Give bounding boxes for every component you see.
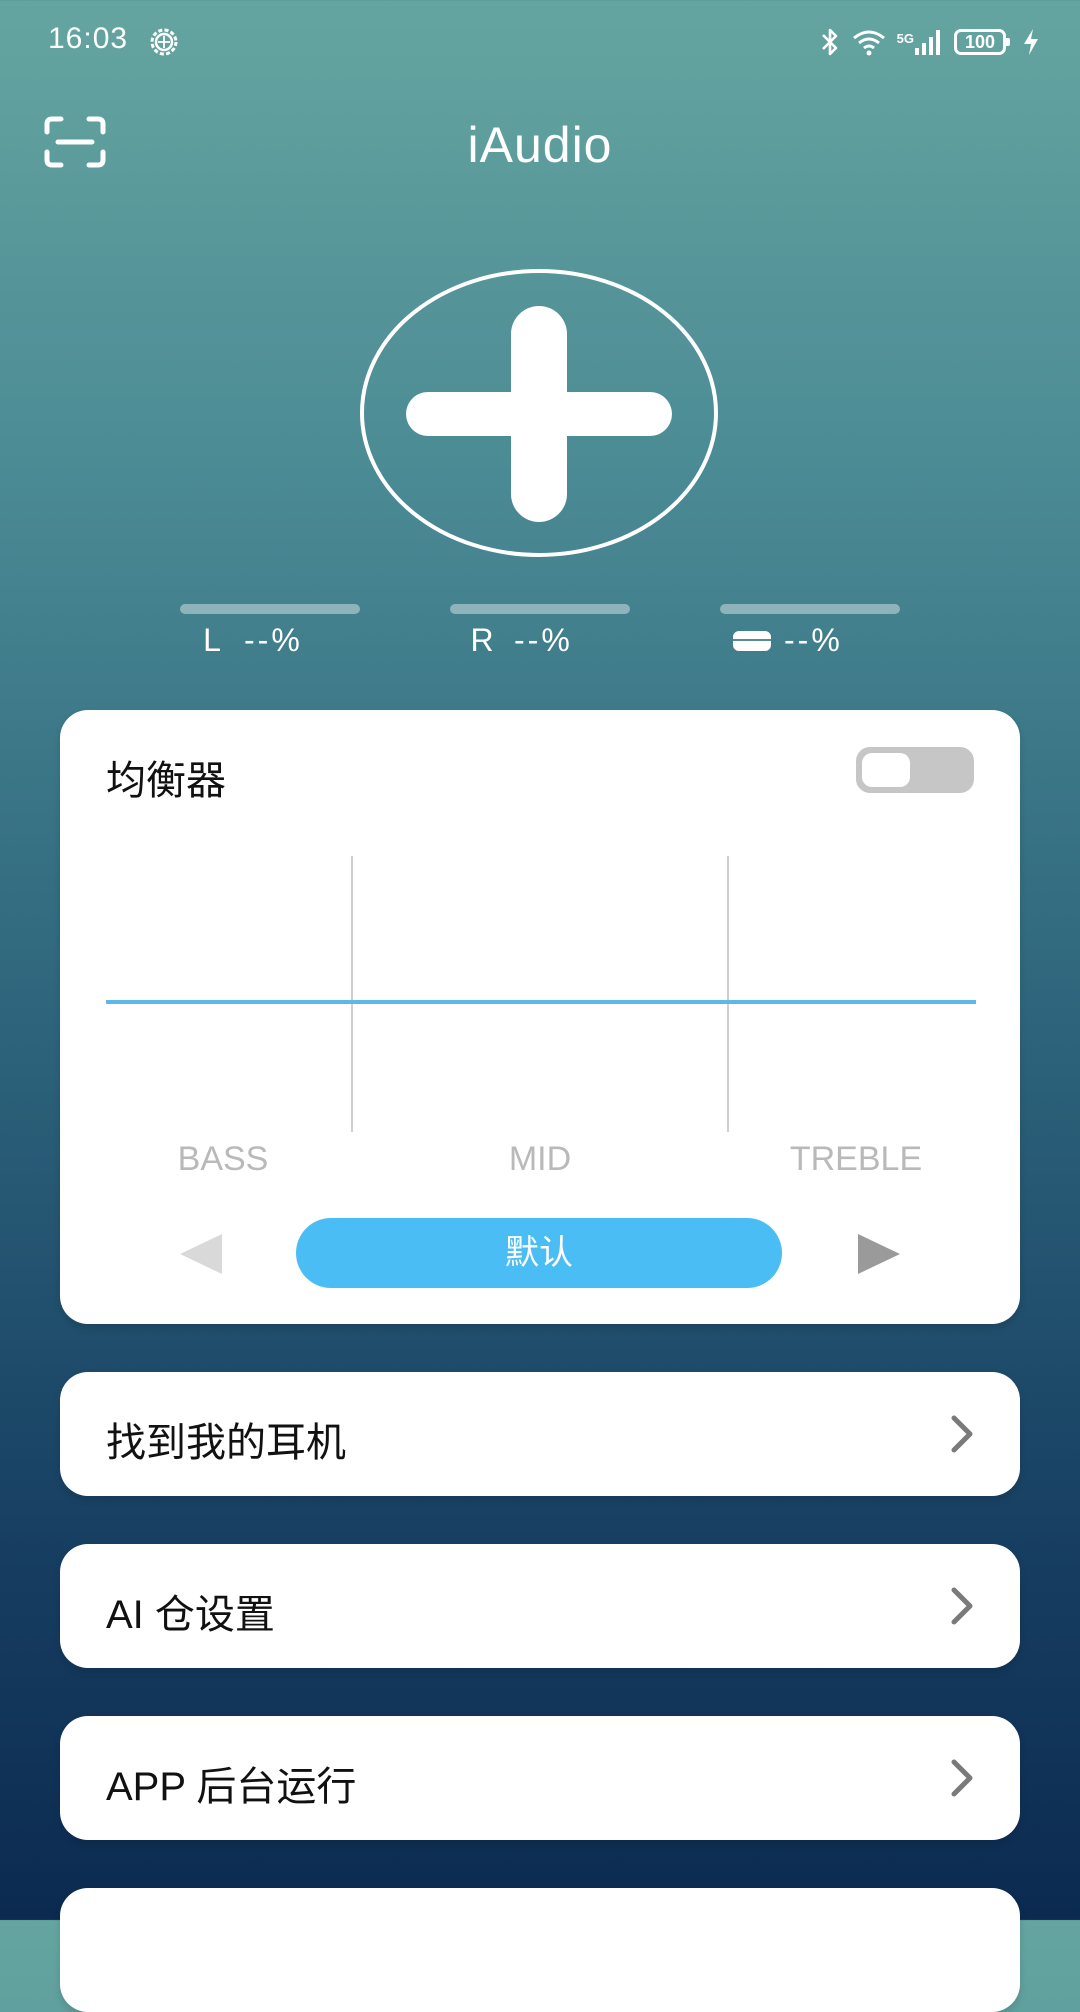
band-label-mid: MID <box>508 1140 572 1178</box>
charging-case-icon <box>733 631 771 651</box>
gear-icon <box>150 28 178 56</box>
equalizer-card: 均衡器 BASS MID TREBLE 默认 <box>60 710 1020 1324</box>
level-bar <box>180 604 360 614</box>
menu-item-label: 找到我的耳机 <box>106 1421 346 1465</box>
menu-item-ai-case-settings[interactable]: AI 仓设置 <box>60 1544 1020 1668</box>
bluetooth-icon <box>821 28 837 56</box>
menu-item-label: AI 仓设置 <box>106 1593 275 1637</box>
menu-item-partial[interactable] <box>60 1888 1020 2012</box>
band-label-treble: TREBLE <box>789 1140 923 1178</box>
chevron-right-icon <box>951 1587 973 1625</box>
level-label <box>720 622 784 659</box>
network-type: 5G <box>897 28 944 56</box>
level-value: --% <box>244 622 303 658</box>
level-value: --% <box>784 622 843 658</box>
level-label: R <box>470 622 494 658</box>
status-bar: 16:03 5G 100 <box>0 0 1080 84</box>
menu-item-label: APP 后台运行 <box>106 1765 357 1809</box>
status-time: 16:03 <box>48 22 129 55</box>
preset-next-icon[interactable] <box>856 1232 902 1276</box>
battery-levels: L --% R --% --% <box>0 604 1080 664</box>
band-label-bass: BASS <box>177 1140 269 1178</box>
wifi-icon <box>852 30 885 56</box>
level-label: L <box>203 622 221 658</box>
toggle-knob <box>862 753 910 787</box>
level-bar <box>450 604 630 614</box>
status-icons: 5G 100 <box>819 22 1040 62</box>
battery-icon: 100 <box>954 29 1010 55</box>
app-header: iAudio <box>0 96 1080 192</box>
equalizer-curve-svg <box>106 856 976 1132</box>
network-label: 5G <box>896 31 914 46</box>
charging-icon <box>1024 29 1038 55</box>
add-device-icon[interactable] <box>360 268 718 558</box>
chevron-right-icon <box>951 1415 973 1453</box>
case-level: --% <box>720 604 900 659</box>
menu-item-background-run[interactable]: APP 后台运行 <box>60 1716 1020 1840</box>
equalizer-graph[interactable] <box>106 856 976 1132</box>
equalizer-title: 均衡器 <box>106 758 226 804</box>
signal-icon <box>915 30 940 55</box>
equalizer-toggle[interactable] <box>856 747 974 793</box>
menu-item-find-earbuds[interactable]: 找到我的耳机 <box>60 1372 1020 1496</box>
chevron-right-icon <box>951 1759 973 1797</box>
app-title: iAudio <box>467 117 613 173</box>
left-earbud-level: L --% <box>180 604 360 659</box>
preset-button[interactable]: 默认 <box>296 1218 782 1288</box>
level-bar <box>720 604 900 614</box>
preset-prev-icon[interactable] <box>178 1232 224 1276</box>
level-value: --% <box>514 622 573 658</box>
right-earbud-level: R --% <box>450 604 630 659</box>
